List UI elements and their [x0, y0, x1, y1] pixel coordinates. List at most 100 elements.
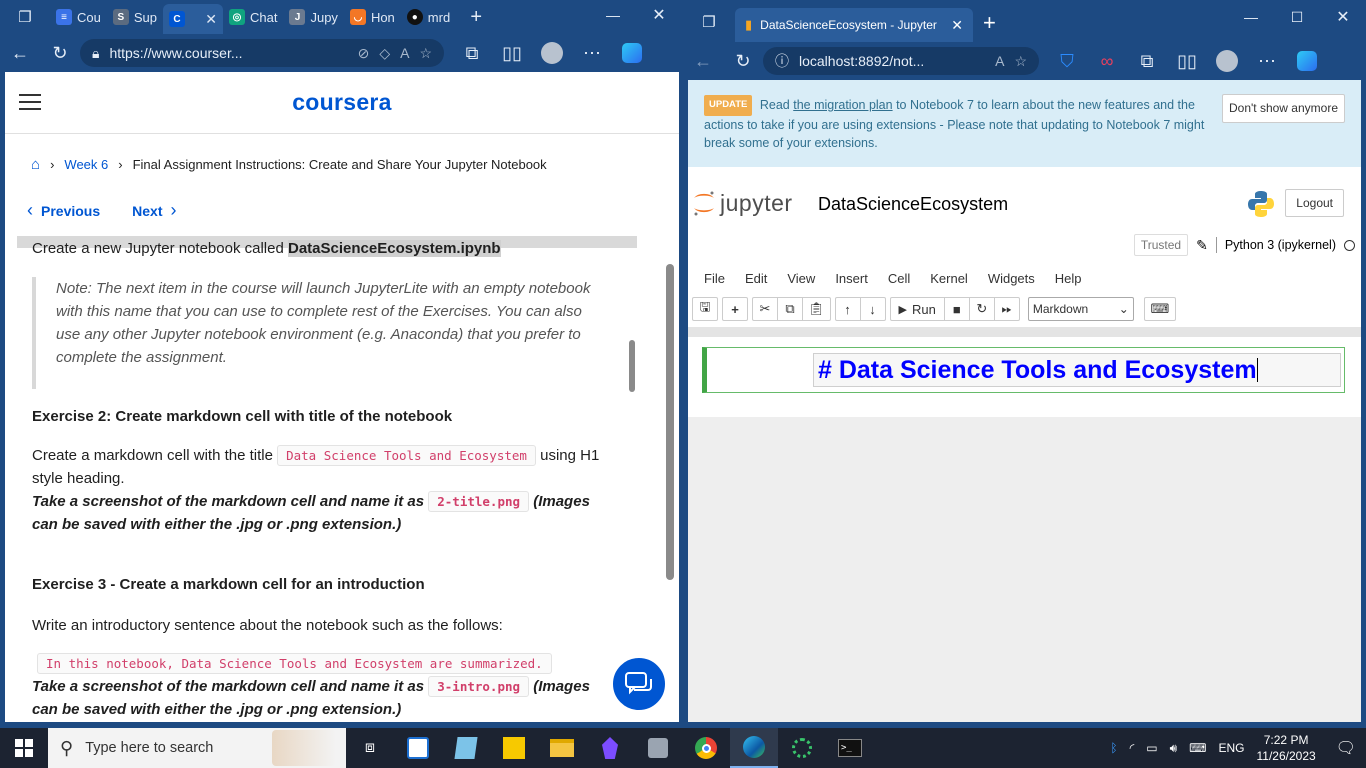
app-icon-magnifier[interactable]	[394, 728, 442, 768]
tracking-icon[interactable]: ⊘	[358, 45, 370, 62]
menu-widgets[interactable]: Widgets	[982, 271, 1049, 286]
minimize-icon[interactable]: —	[590, 0, 636, 30]
bluetooth-icon[interactable]: ᛒ	[1110, 741, 1117, 755]
workspaces-icon[interactable]: ❐	[689, 4, 729, 40]
copy-button[interactable]: ⧉	[777, 297, 803, 321]
edge-icon[interactable]	[730, 728, 778, 768]
save-button[interactable]: 🖫︎	[692, 297, 718, 321]
extensions-icon[interactable]: ⧉	[452, 35, 492, 71]
favorite-icon[interactable]: ☆	[419, 45, 432, 62]
insert-cell-button[interactable]: +	[722, 297, 748, 321]
markdown-cell[interactable]: # Data Science Tools and Ecosystem	[702, 347, 1345, 393]
coursera-logo[interactable]: coursera	[5, 89, 679, 116]
battery-icon[interactable]: ▭	[1146, 741, 1157, 755]
workspaces-icon[interactable]: ❐	[0, 0, 50, 35]
file-explorer-icon[interactable]	[538, 728, 586, 768]
migration-plan-link[interactable]: the migration plan	[793, 98, 892, 112]
minimize-icon[interactable]: —	[1228, 2, 1274, 32]
address-bar[interactable]: 🔒︎ https://www.courser... ⊘ ◇ A ☆	[80, 39, 444, 67]
cut-button[interactable]: ✂	[752, 297, 778, 321]
next-button[interactable]: Next	[132, 203, 162, 219]
content-scrollbar[interactable]	[629, 340, 635, 392]
extension-icon[interactable]: ∞	[1087, 43, 1127, 79]
breadcrumb-week[interactable]: Week 6	[64, 157, 108, 172]
menu-insert[interactable]: Insert	[829, 271, 882, 286]
cell-editor[interactable]: # Data Science Tools and Ecosystem	[813, 353, 1341, 387]
menu-help[interactable]: Help	[1049, 271, 1096, 286]
copilot-icon[interactable]	[1287, 43, 1327, 79]
terminal-icon[interactable]: >_	[826, 728, 874, 768]
new-tab-icon[interactable]: +	[456, 0, 496, 35]
close-window-icon[interactable]: ✕	[636, 0, 682, 30]
cell-type-select[interactable]: Markdown ⌄	[1027, 297, 1134, 321]
maximize-icon[interactable]: ☐	[1274, 2, 1320, 32]
chrome-icon[interactable]	[682, 728, 730, 768]
tab-notebook[interactable]: ▮ DataScienceEcosystem - Jupyter ✕	[735, 8, 973, 42]
start-button[interactable]	[0, 728, 48, 768]
move-down-button[interactable]: ↓	[859, 297, 886, 321]
extensions-icon[interactable]: ⧉	[1127, 43, 1167, 79]
favorite-icon[interactable]: ☆	[1014, 53, 1027, 70]
refresh-icon[interactable]: ↻	[723, 43, 763, 79]
tab-coursera[interactable]: C ✕	[163, 4, 223, 34]
split-screen-icon[interactable]: ▯▯	[492, 35, 532, 71]
read-aloud-icon[interactable]: A	[400, 45, 409, 61]
more-icon[interactable]: ⋯	[572, 35, 612, 71]
close-window-icon[interactable]: ✕	[1320, 2, 1366, 32]
tab-docs[interactable]: ≡ Cou	[50, 3, 107, 31]
profile-avatar[interactable]	[532, 35, 572, 71]
menu-view[interactable]: View	[781, 271, 829, 286]
trusted-badge[interactable]: Trusted	[1133, 234, 1189, 256]
page-scrollbar-thumb[interactable]	[666, 264, 674, 580]
previous-button[interactable]: Previous	[41, 203, 100, 219]
menu-kernel[interactable]: Kernel	[924, 271, 982, 286]
menu-cell[interactable]: Cell	[882, 271, 924, 286]
wifi-icon[interactable]: ◜	[1130, 741, 1135, 755]
app-icon-loader[interactable]	[778, 728, 826, 768]
copilot-icon[interactable]	[612, 35, 652, 71]
menu-file[interactable]: File	[698, 271, 739, 286]
tab-support[interactable]: S Sup	[107, 3, 163, 31]
read-aloud-icon[interactable]: A	[995, 53, 1004, 69]
tab-jupyter[interactable]: J Jupy	[283, 3, 343, 31]
notebook-name[interactable]: DataScienceEcosystem	[818, 194, 1008, 215]
more-icon[interactable]: ⋯	[1247, 43, 1287, 79]
address-bar[interactable]: ⓘ localhost:8892/not... A ☆	[763, 47, 1039, 75]
tag-icon[interactable]: ◇	[379, 45, 390, 62]
tab-github[interactable]: ● mrd	[401, 3, 456, 31]
dont-show-button[interactable]: Don't show anymore	[1221, 94, 1345, 123]
restart-button[interactable]: ↻	[968, 297, 995, 321]
run-button[interactable]: ▶ Run	[889, 297, 945, 321]
refresh-icon[interactable]: ↻	[40, 35, 80, 71]
back-icon[interactable]: ←	[0, 35, 40, 71]
interrupt-button[interactable]: ■	[943, 297, 970, 321]
taskbar-search[interactable]: ⚲ Type here to search	[48, 728, 346, 768]
sticky-notes-icon[interactable]	[490, 728, 538, 768]
new-tab-icon[interactable]: +	[983, 10, 996, 36]
paste-button[interactable]: 📋︎	[802, 297, 831, 321]
obsidian-icon[interactable]	[586, 728, 634, 768]
page-scrollbar[interactable]	[664, 140, 676, 720]
kernel-name[interactable]: Python 3 (ipykernel)	[1225, 238, 1336, 252]
jupyter-logo[interactable]: jupyter	[692, 189, 793, 217]
profile-avatar[interactable]	[1207, 43, 1247, 79]
close-tab-icon[interactable]: ✕	[951, 17, 963, 34]
keyboard-icon[interactable]: ⌨	[1189, 741, 1206, 755]
close-tab-icon[interactable]: ✕	[205, 11, 217, 28]
logout-button[interactable]: Logout	[1285, 189, 1344, 217]
volume-icon[interactable]: 🔊︎	[1170, 741, 1178, 756]
shield-icon[interactable]: ⛉	[1047, 43, 1087, 79]
split-screen-icon[interactable]: ▯▯	[1167, 43, 1207, 79]
tab-chatgpt[interactable]: ◎ Chat	[223, 3, 283, 31]
tab-home[interactable]: ◡ Hon	[344, 3, 401, 31]
back-icon[interactable]: ←	[683, 43, 723, 79]
restart-run-all-button[interactable]: ⏩︎	[993, 297, 1020, 321]
home-icon[interactable]: ⌂	[31, 156, 40, 173]
move-up-button[interactable]: ↑	[834, 297, 861, 321]
menu-edit[interactable]: Edit	[739, 271, 781, 286]
language-indicator[interactable]: ENG	[1219, 741, 1245, 755]
app-icon-tools[interactable]	[634, 728, 682, 768]
notifications-icon[interactable]: 🗨︎	[1336, 738, 1356, 758]
chat-button[interactable]	[611, 656, 667, 712]
app-icon-notes[interactable]	[442, 728, 490, 768]
